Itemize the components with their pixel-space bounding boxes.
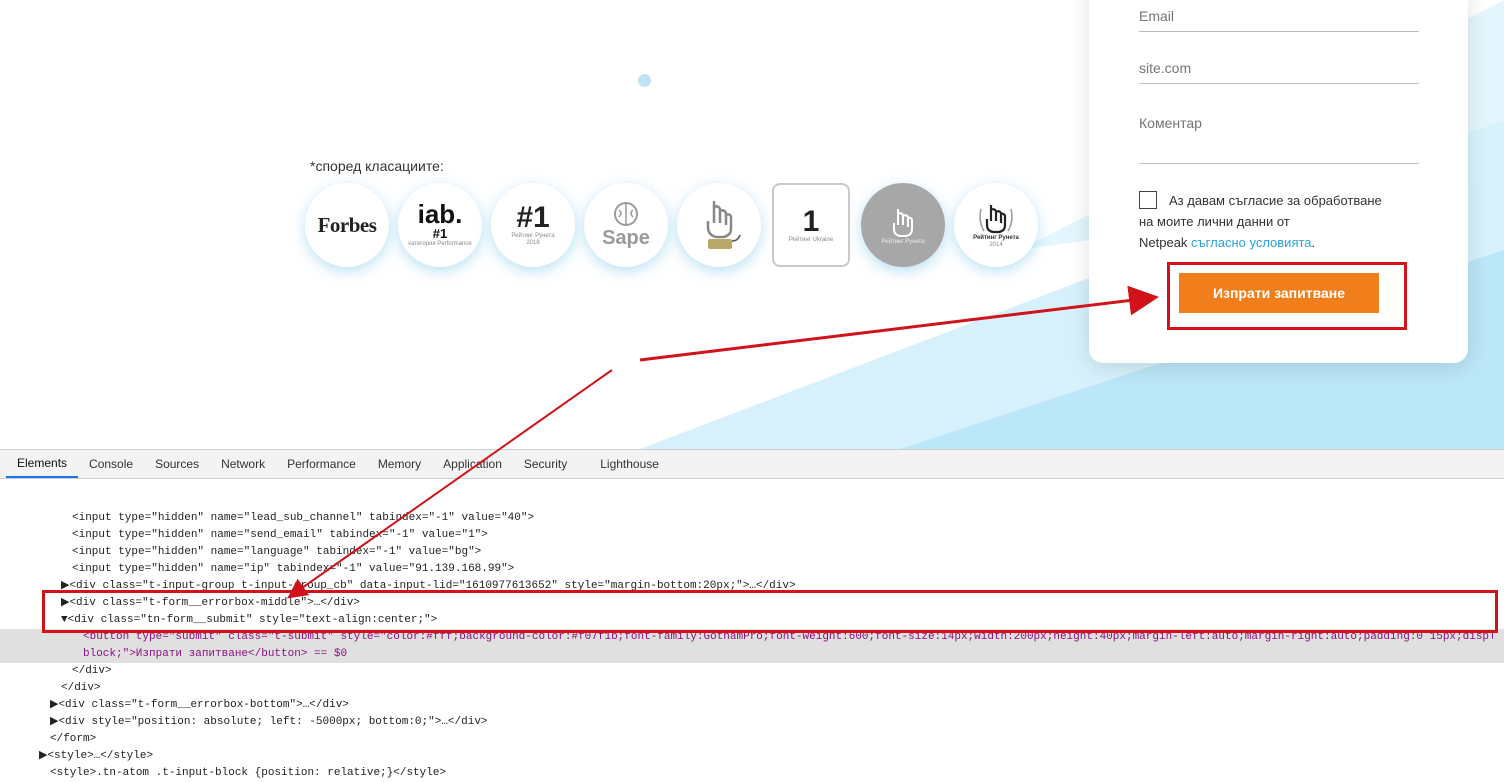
dom-line[interactable]: <style>.tn-atom .t-input-block {position…	[50, 765, 446, 782]
consent-line-3: Netpeak	[1139, 235, 1192, 250]
submit-request-button[interactable]: Изпрати запитване	[1179, 273, 1379, 313]
ratings-badges: Forbes iab. #1 категория Performance #1 …	[305, 183, 1038, 267]
tab-lighthouse[interactable]: Lighthouse	[578, 450, 670, 478]
dom-line[interactable]: <input type="hidden" name="ip" tabindex=…	[72, 561, 514, 578]
tab-network[interactable]: Network	[210, 450, 276, 478]
ukraine-rank: 1	[802, 204, 820, 238]
hand-award-icon	[677, 183, 761, 267]
dom-line[interactable]: ▶<div style="position: absolute; left: -…	[50, 714, 488, 731]
site-field[interactable]	[1139, 60, 1419, 84]
consent-line-2: на моите лични данни от	[1139, 214, 1290, 229]
runeta-rating-gray-icon: Рейтинг Рунета	[861, 183, 945, 267]
pointing-hand-icon	[893, 208, 913, 237]
consent-end: .	[1311, 235, 1316, 250]
tab-performance[interactable]: Performance	[276, 450, 367, 478]
dom-line[interactable]: <input type="hidden" name="send_email" t…	[72, 527, 488, 544]
tab-security[interactable]: Security	[513, 450, 578, 478]
dom-line[interactable]: <input type="hidden" name="language" tab…	[72, 544, 481, 561]
dom-line[interactable]: ▶<div class="t-input-group t-input-group…	[61, 578, 796, 595]
email-field[interactable]	[1139, 8, 1419, 32]
runeta-rating-2018-icon: #1 Рейтинг Рунета 2018	[491, 183, 575, 267]
forbes-text: Forbes	[317, 212, 377, 237]
tab-application[interactable]: Application	[432, 450, 513, 478]
tab-console[interactable]: Console	[78, 450, 144, 478]
tab-elements[interactable]: Elements	[6, 450, 79, 478]
iab-text: iab.	[417, 199, 463, 229]
dom-line[interactable]: ▶<style>…</style>	[39, 748, 153, 765]
iab-category: категория Performance	[408, 241, 472, 247]
sape-text: Sape	[602, 226, 650, 249]
brain-icon	[614, 201, 638, 226]
runeta-label: Рейтинг Рунета	[511, 233, 555, 239]
dom-line[interactable]: ▼<div class="tn-form__submit" style="tex…	[61, 612, 437, 629]
consent-line-1: Аз давам съгласие за обработване	[1169, 193, 1382, 208]
consent-block: Аз давам съгласие за обработване на моит…	[1139, 190, 1429, 253]
decorative-dot	[638, 74, 651, 87]
runeta-2014-label: Рейтинг Рунета	[973, 235, 1019, 241]
runeta-2014-year: 2014	[989, 242, 1003, 248]
consent-terms-link[interactable]: съгласно условията	[1191, 235, 1311, 250]
ratings-caption: *според класациите:	[310, 158, 444, 174]
website-viewport: *според класациите: Forbes iab. #1 катег…	[0, 0, 1504, 449]
devtools-panel: Elements Console Sources Network Perform…	[0, 449, 1504, 779]
ukraine-label: Рейтинг Ukraine	[788, 236, 834, 243]
dom-line[interactable]: ▶<div class="t-form__errorbox-bottom">…<…	[50, 697, 349, 714]
tab-sources[interactable]: Sources	[144, 450, 210, 478]
dom-line[interactable]: ▶<div class="t-form__errorbox-middle">…<…	[61, 595, 360, 612]
pointing-hand-icon	[706, 201, 741, 249]
comment-field[interactable]	[1139, 115, 1419, 164]
dom-line[interactable]: </div>	[72, 663, 112, 680]
comment-textarea[interactable]	[1139, 115, 1419, 147]
iab-logo-icon: iab. #1 категория Performance	[398, 183, 482, 267]
dom-line[interactable]: <input type="hidden" name="lead_sub_chan…	[72, 510, 534, 527]
dom-line-selected-cont[interactable]: block;">Изпрати запитване</button> == $0	[83, 646, 347, 663]
dom-line-selected[interactable]: <button type="submit" class="t-submit" s…	[83, 629, 1493, 646]
email-input[interactable]	[1139, 8, 1419, 24]
runeta-rank: #1	[516, 201, 550, 234]
consent-checkbox[interactable]	[1139, 191, 1157, 209]
ukraine-rating-badge-icon: 1 Рейтинг Ukraine	[772, 183, 850, 267]
sape-logo-icon: Sape	[584, 183, 668, 267]
iab-rank: #1	[432, 226, 448, 241]
pointing-hand-icon	[979, 205, 1013, 234]
tab-memory[interactable]: Memory	[367, 450, 432, 478]
dom-line[interactable]: </form>	[50, 731, 96, 748]
devtools-tabs: Elements Console Sources Network Perform…	[0, 450, 1504, 479]
runeta-gray-label: Рейтинг Рунета	[881, 238, 925, 245]
dom-line[interactable]: </div>	[61, 680, 101, 697]
forbes-logo-icon: Forbes	[305, 183, 389, 267]
site-input[interactable]	[1139, 60, 1419, 76]
runeta-rating-2014-icon: Рейтинг Рунета 2014	[954, 183, 1038, 267]
runeta-year: 2018	[526, 240, 540, 246]
